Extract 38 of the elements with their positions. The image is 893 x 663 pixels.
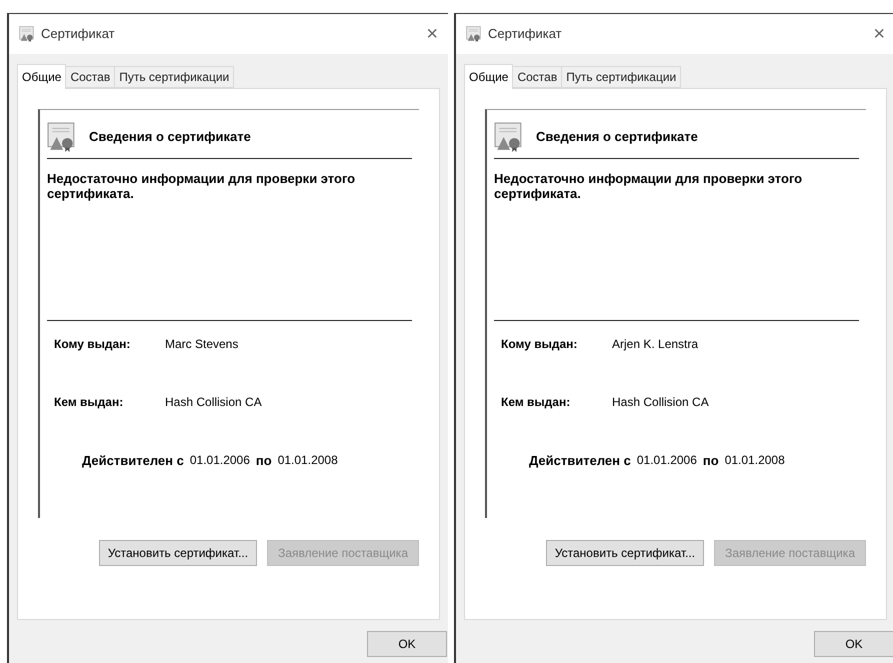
tab[interactable]: Общие: [464, 64, 514, 89]
window-title: Сертификат: [488, 25, 562, 44]
certificate-warning-icon: [47, 122, 77, 152]
tab[interactable]: Путь сертификации: [562, 66, 682, 88]
validity-date: 01.01.2006: [190, 452, 250, 470]
validity-label: Действителен с: [529, 452, 631, 470]
tab[interactable]: Состав: [513, 66, 562, 88]
validity-date: 01.01.2008: [278, 452, 338, 470]
field-value: Hash Collision CA: [165, 394, 262, 410]
field-value: Marc Stevens: [165, 336, 238, 352]
field-label: Кому выдан:: [54, 336, 132, 352]
tab[interactable]: Состав: [66, 66, 116, 88]
tab[interactable]: Общие: [17, 64, 66, 89]
window-title: Сертификат: [41, 25, 115, 44]
status-message: Недостаточно информации для проверки этого сертификата.: [47, 171, 356, 201]
field-label: Кем выдан:: [54, 394, 124, 410]
validity-date: 01.01.2006: [636, 452, 697, 470]
status-message: Недостаточно информации для проверки этого сертификата.: [494, 171, 804, 201]
field-value: Arjen K. Lenstra: [612, 336, 698, 352]
field-label: Кем выдан:: [501, 394, 572, 410]
close-button[interactable]: ×: [873, 24, 885, 44]
field-value: Hash Collision CA: [612, 394, 709, 410]
dialog-button[interactable]: Установить сертификат...: [98, 540, 258, 566]
dialog-button[interactable]: Установить сертификат...: [546, 540, 704, 566]
validity-label: по: [702, 452, 719, 470]
tab[interactable]: Путь сертификации: [115, 66, 234, 88]
certificate-warning-icon: [494, 122, 524, 152]
validity-date: 01.01.2008: [724, 452, 785, 470]
certificate-warning-icon: [19, 26, 35, 42]
certificate-warning-icon: [466, 26, 482, 42]
ok-button[interactable]: OK: [367, 631, 447, 657]
section-heading: Сведения о сертификате: [536, 128, 698, 146]
validity-label: по: [256, 452, 272, 470]
field-label: Кому выдан:: [501, 336, 578, 352]
section-heading: Сведения о сертификате: [89, 128, 251, 146]
validity-label: Действителен с: [82, 452, 184, 470]
close-button[interactable]: ×: [426, 24, 438, 44]
ok-button[interactable]: OK: [814, 631, 893, 657]
